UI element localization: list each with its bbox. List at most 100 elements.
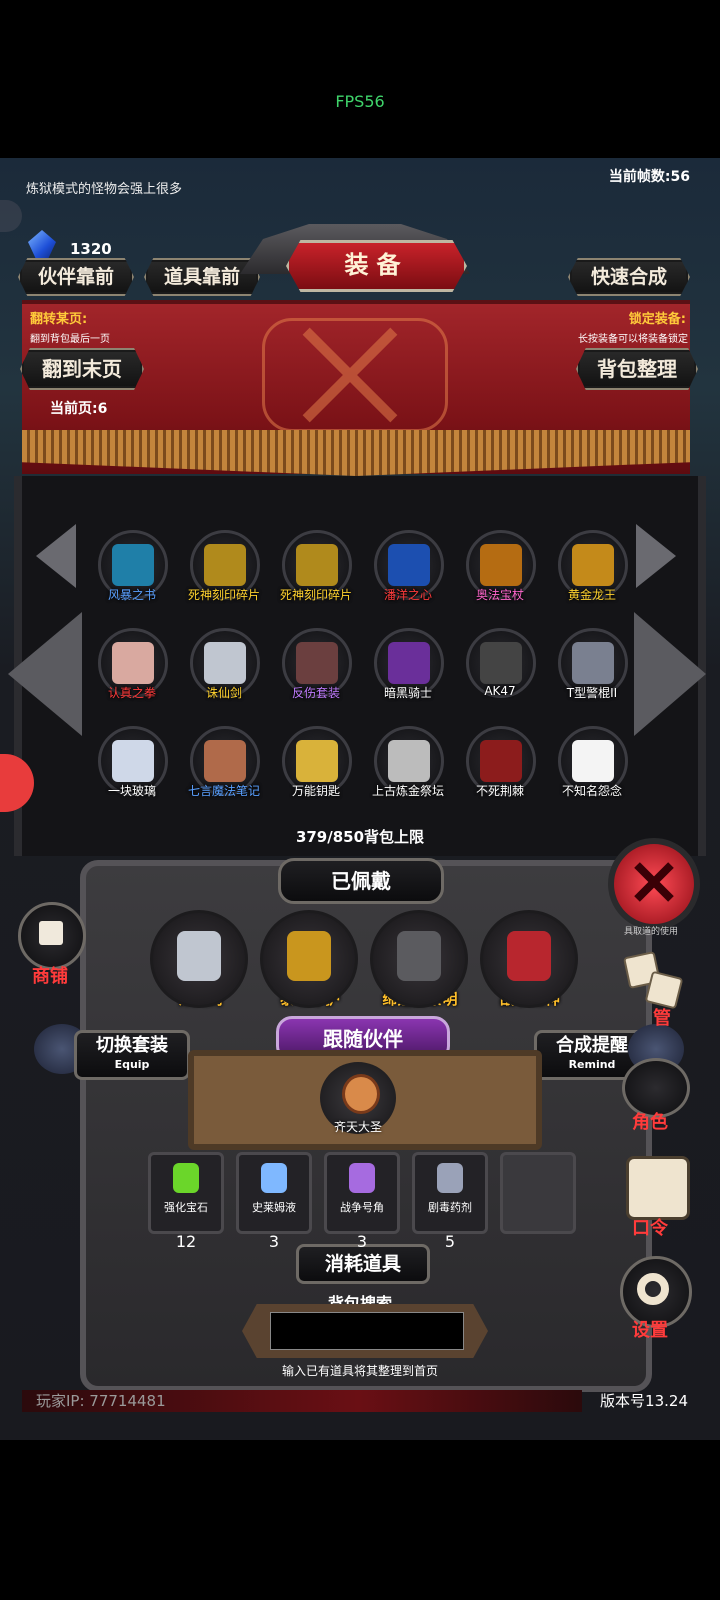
edge-tab[interactable]	[0, 200, 22, 232]
flip-page-desc: 翻到背包最后一页	[30, 334, 110, 345]
inventory-item-label: 不知名怨念	[561, 784, 622, 798]
inventory-slot[interactable]: 七言魔法笔记	[184, 726, 264, 806]
equipped-slot[interactable]: 战争之神	[480, 910, 580, 1009]
inventory-slot[interactable]: T型警棍II	[552, 628, 632, 708]
mode-hint: 炼狱模式的怪物会强上很多	[26, 182, 183, 197]
inventory-slot[interactable]: 死神刻印碎片	[184, 530, 264, 610]
sword-icon	[204, 642, 246, 684]
thorn-wreath-icon	[480, 740, 522, 782]
consumable-label: 剧毒药剂	[428, 1201, 472, 1214]
inventory-slot[interactable]: 潘洋之心	[368, 530, 448, 610]
fist-icon	[112, 642, 154, 684]
quick-merge-button[interactable]: 快速合成	[568, 258, 690, 296]
equipped-art	[177, 931, 221, 981]
settings-label[interactable]: 设置	[620, 1316, 680, 1342]
switch-set-sub: Equip	[114, 1058, 150, 1071]
code-scroll-icon[interactable]	[626, 1156, 690, 1220]
partner-name: 齐天大圣	[333, 1120, 382, 1134]
inventory-slot[interactable]: AK47	[460, 628, 540, 708]
key-icon	[296, 740, 338, 782]
switch-set-button[interactable]: 切换套装 Equip	[74, 1030, 190, 1080]
frame-count: 当前帧数:56	[608, 169, 690, 185]
ghost-icon	[572, 740, 614, 782]
notebook-icon	[204, 740, 246, 782]
greatsword-icon	[370, 910, 468, 1008]
inventory-slot[interactable]: 死神刻印碎片	[276, 530, 356, 610]
inventory-slot[interactable]: 上古炼金祭坛	[368, 726, 448, 806]
dragon-icon	[572, 544, 614, 586]
equipped-art	[507, 931, 551, 981]
next-page-big-arrow-icon[interactable]	[634, 612, 706, 736]
equipped-slot[interactable]: 缔造者黎明	[370, 910, 470, 1009]
version: 版本号13.24	[600, 1392, 688, 1410]
player-ip: 玩家IP: 77714481	[36, 1392, 166, 1410]
inventory-slot[interactable]: 一块玻璃	[92, 726, 172, 806]
equipped-title: 已佩戴	[278, 858, 444, 904]
consumable-label: 强化宝石	[164, 1201, 208, 1214]
page-title: 装备	[286, 240, 467, 292]
inventory-slot[interactable]: 黄金龙王	[552, 530, 632, 610]
glass-icon	[112, 740, 154, 782]
inventory-slot[interactable]: 不死荆棘	[460, 726, 540, 806]
prev-page-big-arrow-icon[interactable]	[8, 612, 82, 736]
equipped-art	[397, 931, 441, 981]
armor-icon	[296, 642, 338, 684]
consumable-slot[interactable]: 史莱姆液	[236, 1152, 312, 1234]
consumable-label: 史莱姆液	[252, 1201, 296, 1214]
green-gem-icon	[173, 1163, 199, 1193]
consumable-slot[interactable]: 剧毒药剂	[412, 1152, 488, 1234]
close-icon[interactable]	[608, 838, 700, 930]
gem-count: 1320	[70, 240, 112, 258]
consumable-empty-slot[interactable]	[500, 1152, 576, 1234]
search-hint: 输入已有道具将其整理到首页	[281, 1364, 438, 1378]
lock-equip-desc: 长按装备可以将装备锁定	[578, 334, 688, 345]
code-label[interactable]: 口令	[620, 1214, 680, 1240]
potion-icon	[261, 1163, 287, 1193]
prev-page-arrow-icon[interactable]	[36, 524, 76, 588]
consumable-count: 5	[444, 1232, 456, 1251]
lock-equip-title: 锁定装备:	[628, 312, 686, 327]
staff-icon	[480, 544, 522, 586]
dice-icon[interactable]	[623, 951, 684, 1010]
item-front-button[interactable]: 道具靠前	[144, 258, 260, 296]
crossed-swords-crest-icon	[262, 318, 448, 432]
inventory-slot[interactable]: 诛仙剑	[184, 628, 264, 708]
consumable-slot[interactable]: 战争号角	[324, 1152, 400, 1234]
inventory-slot[interactable]: 风暴之书	[92, 530, 172, 610]
search-input[interactable]	[270, 1312, 464, 1350]
next-page-arrow-icon[interactable]	[636, 524, 676, 588]
equipped-slot[interactable]: 泰坦守护	[260, 910, 360, 1009]
equipped-slot[interactable]: 诛仙剑	[150, 910, 250, 1009]
altar-icon	[388, 740, 430, 782]
inventory-slot[interactable]: 暗黑骑士	[368, 628, 448, 708]
rifle-icon	[480, 642, 522, 684]
to-last-page-button[interactable]: 翻到末页	[20, 348, 144, 390]
horn-icon	[349, 1163, 375, 1193]
shop-icon[interactable]	[18, 902, 86, 970]
sort-bag-button[interactable]: 背包整理	[576, 348, 698, 390]
inventory-slot[interactable]: 不知名怨念	[552, 726, 632, 806]
seal-icon	[296, 544, 338, 586]
shop-label[interactable]: 商铺	[20, 962, 80, 988]
inventory-slot[interactable]: 万能钥匙	[276, 726, 356, 806]
flip-page-title: 翻转某页:	[30, 312, 88, 327]
role-label[interactable]: 角色	[620, 1108, 680, 1134]
consumable-slot[interactable]: 强化宝石	[148, 1152, 224, 1234]
dice-label[interactable]: 管	[632, 1004, 692, 1030]
dark-knight-icon	[388, 642, 430, 684]
partner-front-button[interactable]: 伙伴靠前	[18, 258, 134, 296]
poison-icon	[437, 1163, 463, 1193]
close-hint: 具取道的使用	[624, 927, 679, 937]
blue-gem-icon	[28, 230, 56, 260]
consumable-count: 3	[356, 1232, 368, 1251]
inventory-item-label: T型警棍II	[566, 686, 618, 700]
baton-icon	[572, 642, 614, 684]
inventory-item-label: 黄金龙王	[567, 588, 616, 602]
switch-set-label: 切换套装	[96, 1035, 168, 1056]
sword-icon	[150, 910, 248, 1008]
inventory-slot[interactable]: 认真之拳	[92, 628, 172, 708]
inventory-slot[interactable]: 奥法宝杖	[460, 530, 540, 610]
heart-orb-icon	[388, 544, 430, 586]
consumable-label: 战争号角	[340, 1201, 384, 1214]
inventory-slot[interactable]: 反伤套装	[276, 628, 356, 708]
